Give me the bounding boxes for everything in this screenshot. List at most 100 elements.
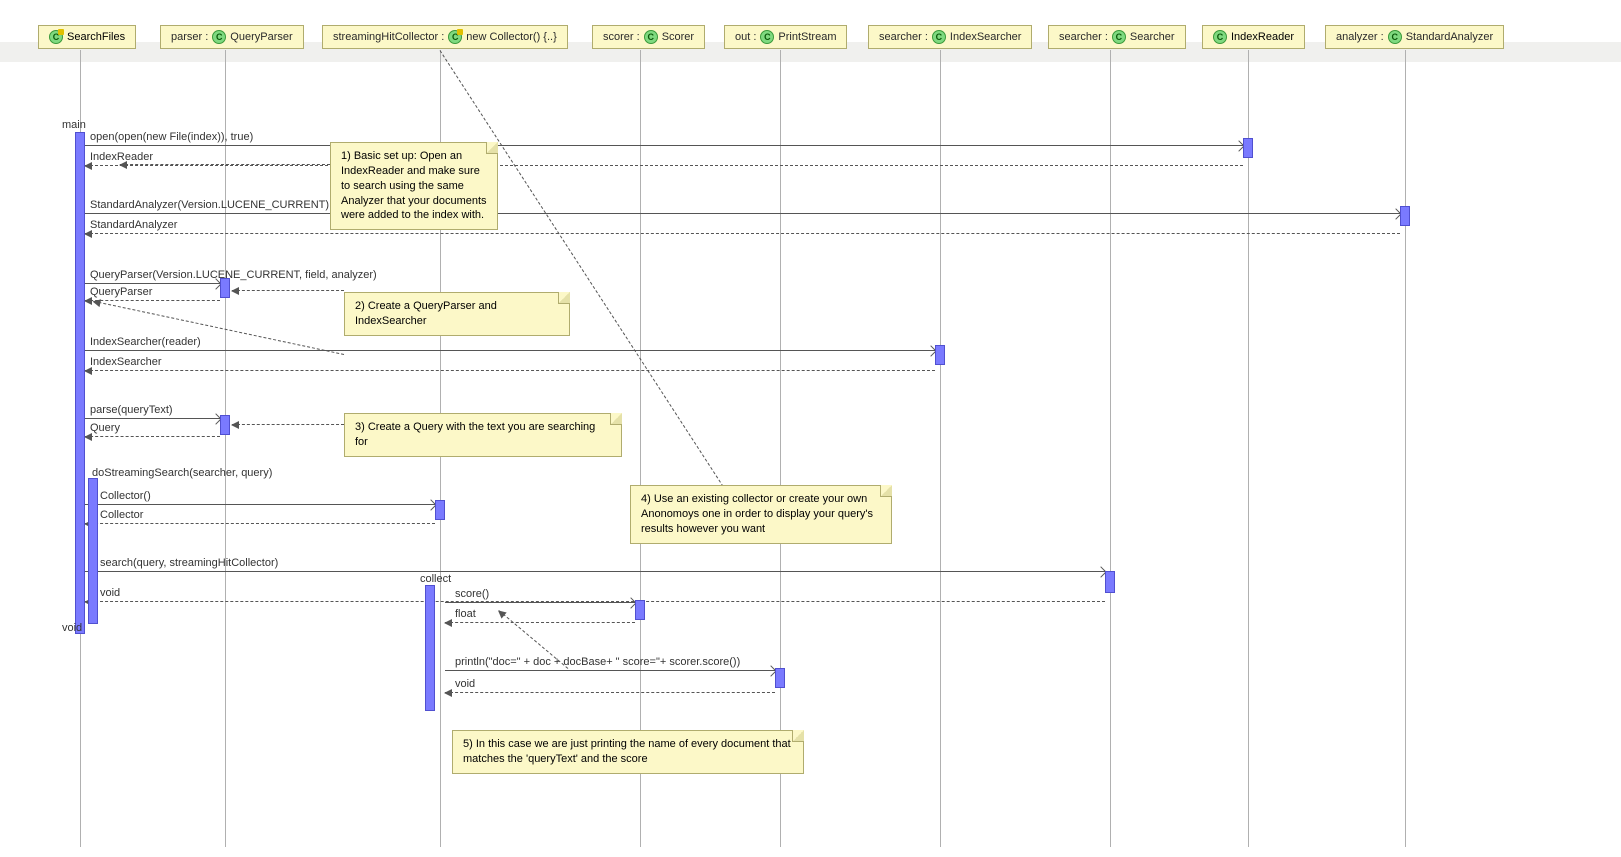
arrowhead-left-icon [444, 619, 452, 627]
arrowhead-left-icon [84, 297, 92, 305]
msg-label-coll_call: Collector() [100, 490, 151, 502]
msg-label-qp_call: QueryParser(Version.LUCENE_CURRENT, fiel… [90, 269, 377, 281]
msg-label-parse_call: parse(queryText) [90, 404, 173, 416]
note-ptr-1a [232, 290, 344, 291]
arrowhead-left-icon [444, 689, 452, 697]
msg-label-is_ret: IndexSearcher [90, 356, 162, 368]
msg-label-is_call: IndexSearcher(reader) [90, 336, 201, 348]
participant-scorer[interactable]: scorer : C Scorer [592, 25, 705, 49]
msg-label-void2: void [62, 622, 82, 634]
msg-arrow-println_call [445, 670, 775, 671]
class-icon: C [212, 30, 226, 44]
lifeline-searcher2 [1110, 50, 1111, 847]
msg-label-open_call: open(open(new File(index)), true) [90, 131, 253, 143]
participant-searchfiles[interactable]: CSearchFiles [38, 25, 136, 49]
participant-out[interactable]: out : C PrintStream [724, 25, 847, 49]
note-4-text: 4) Use an existing collector or create y… [641, 493, 873, 535]
msg-label-println_ret: void [455, 678, 475, 690]
note-ptr-3 [232, 424, 344, 425]
note-3-text: 3) Create a Query with the text you are … [355, 421, 595, 448]
activation-searcher2 [1105, 571, 1115, 593]
lifeline-ireader [1248, 50, 1249, 847]
msg-arrow-search_call [85, 571, 1105, 572]
arrowhead-left-icon [84, 162, 92, 170]
msg-arrow-is_call [85, 350, 935, 351]
class-icon: C [448, 30, 462, 44]
class-icon: C [932, 30, 946, 44]
arrowhead-left-icon [84, 230, 92, 238]
msg-arrow-println_ret [445, 692, 775, 693]
msg-label-parse_ret: Query [90, 422, 120, 434]
msg-label-search_ret: void [100, 587, 120, 599]
class-icon: C [760, 30, 774, 44]
activation-isearcher [935, 345, 945, 365]
activation-ireader [1243, 138, 1253, 158]
msg-arrow-coll_ret [85, 523, 435, 524]
msg-arrow-open_ret [85, 165, 1243, 166]
frame-label-collect: collect [420, 573, 451, 585]
msg-arrow-score_ret [445, 622, 635, 623]
participant-label: SearchFiles [67, 31, 125, 43]
msg-label-dss: doStreamingSearch(searcher, query) [92, 467, 272, 479]
note-3: 3) Create a Query with the text you are … [344, 413, 622, 457]
activation-out [775, 668, 785, 688]
note-ptr-0 [120, 164, 330, 165]
participant-var: scorer : [603, 31, 640, 43]
activation-scorer [635, 600, 645, 620]
msg-label-qp_ret: QueryParser [90, 286, 152, 298]
participant-class: Searcher [1130, 31, 1175, 43]
msg-label-search_call: search(query, streamingHitCollector) [100, 557, 278, 569]
msg-label-coll_ret: Collector [100, 509, 143, 521]
class-icon: C [1388, 30, 1402, 44]
msg-label-score_ret: float [455, 608, 476, 620]
participant-class: StandardAnalyzer [1406, 31, 1493, 43]
lifeline-isearcher [940, 50, 941, 847]
arrowhead-left-icon [84, 367, 92, 375]
participant-class: QueryParser [230, 31, 292, 43]
activation-parser [220, 278, 230, 298]
arrowhead-left-icon [84, 433, 92, 441]
participant-class: new Collector() {..} [466, 31, 556, 43]
msg-arrow-parse_ret [85, 436, 220, 437]
participant-class: PrintStream [778, 31, 836, 43]
lifeline-scorer [640, 50, 641, 847]
class-icon: C [644, 30, 658, 44]
msg-label-sa_call: StandardAnalyzer(Version.LUCENE_CURRENT) [90, 199, 329, 211]
note-5-text: 5) In this case we are just printing the… [463, 738, 791, 765]
msg-arrow-sa_call [85, 213, 1400, 214]
participant-var: searcher : [879, 31, 928, 43]
msg-arrow-qp_ret [85, 300, 220, 301]
activation-parser-2 [220, 415, 230, 435]
msg-arrow-is_ret [85, 370, 935, 371]
participant-class: Scorer [662, 31, 694, 43]
msg-arrow-qp_call [85, 283, 220, 284]
participant-class: IndexSearcher [950, 31, 1022, 43]
participant-isearcher[interactable]: searcher : C IndexSearcher [868, 25, 1032, 49]
participant-searcher2[interactable]: searcher : C Searcher [1048, 25, 1186, 49]
participant-label: IndexReader [1231, 31, 1294, 43]
class-icon: C [1213, 30, 1227, 44]
frame-label-main: main [62, 119, 86, 131]
msg-arrow-coll_call [85, 504, 435, 505]
note-1-text: 1) Basic set up: Open an IndexReader and… [341, 150, 487, 221]
lifeline-out [780, 50, 781, 847]
participant-parser[interactable]: parser : C QueryParser [160, 25, 304, 49]
activation-collector-new [435, 500, 445, 520]
msg-arrow-parse_call [85, 418, 220, 419]
activation-analyzer [1400, 206, 1410, 226]
participant-analyzer[interactable]: analyzer : C StandardAnalyzer [1325, 25, 1504, 49]
note-4: 4) Use an existing collector or create y… [630, 485, 892, 544]
participant-collector[interactable]: streamingHitCollector : C new Collector(… [322, 25, 568, 49]
msg-arrow-open_call [85, 145, 1243, 146]
note-1: 1) Basic set up: Open an IndexReader and… [330, 142, 498, 230]
msg-label-score_call: score() [455, 588, 489, 600]
lifeline-parser [225, 50, 226, 847]
note-5: 5) In this case we are just printing the… [452, 730, 804, 774]
class-icon: C [1112, 30, 1126, 44]
note-2-text: 2) Create a QueryParser and IndexSearche… [355, 300, 497, 327]
participant-var: analyzer : [1336, 31, 1384, 43]
activation-dss [88, 478, 98, 624]
activation-main [75, 132, 85, 634]
participant-ireader[interactable]: C IndexReader [1202, 25, 1305, 49]
msg-label-println_call: println("doc=" + doc + docBase+ " score=… [455, 656, 740, 668]
